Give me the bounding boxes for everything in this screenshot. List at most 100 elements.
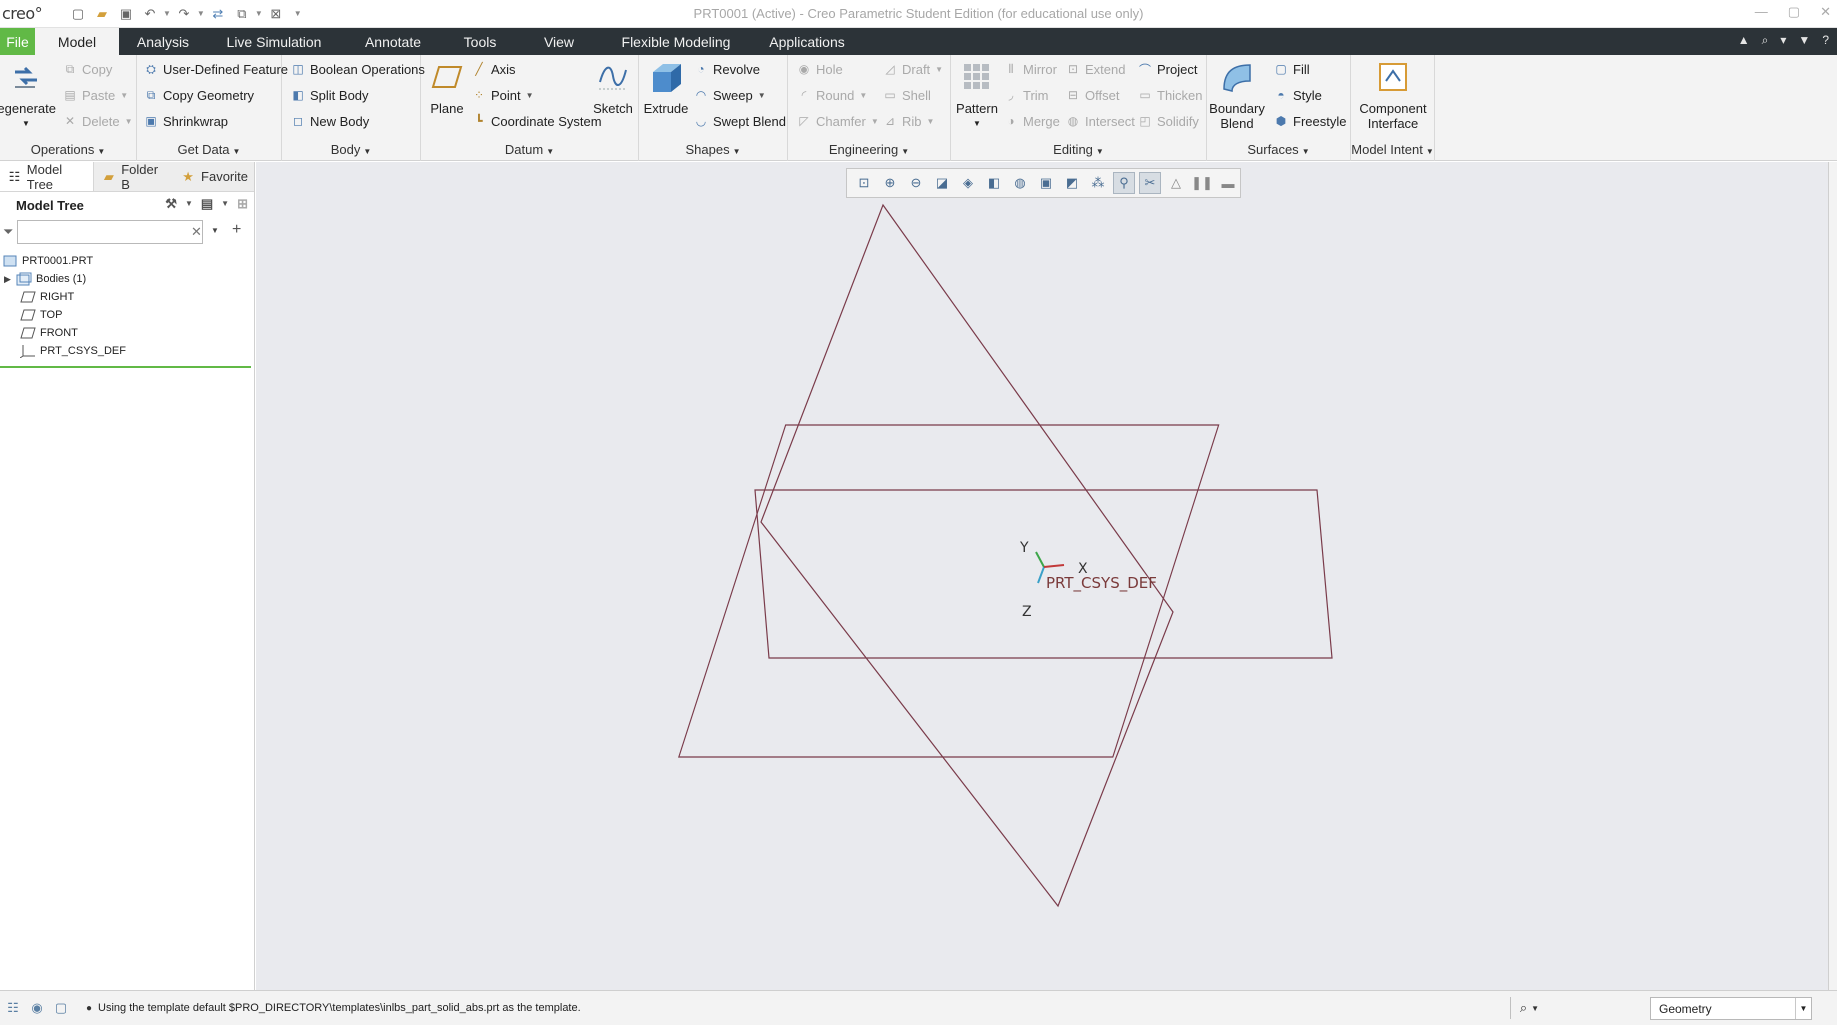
tree-node-front[interactable]: FRONT: [0, 324, 254, 342]
pattern-button[interactable]: Pattern ▼: [955, 59, 999, 131]
refit-icon[interactable]: ⊡: [853, 172, 875, 194]
new-file-icon[interactable]: ▢: [69, 5, 87, 23]
delete-button[interactable]: ✕ Delete ▼: [62, 111, 133, 131]
clear-filter-icon[interactable]: ✕: [191, 224, 202, 240]
project-button[interactable]: ⌒ Project: [1137, 59, 1197, 79]
simulation-display-icon[interactable]: △: [1165, 172, 1187, 194]
extend-button[interactable]: ⊡ Extend: [1065, 59, 1126, 79]
tab-tools[interactable]: Tools: [445, 28, 515, 55]
merge-button[interactable]: ◑ Merge: [1003, 111, 1059, 131]
saved-orientations-icon[interactable]: ◧: [983, 172, 1005, 194]
search-icon[interactable]: ⌕: [1762, 33, 1769, 48]
copy-button[interactable]: ⧉ Copy: [62, 59, 113, 79]
group-label-shapes[interactable]: Shapes ▼: [639, 142, 787, 157]
trim-button[interactable]: ◞ Trim: [1003, 85, 1049, 105]
tab-favorites[interactable]: ★ Favorite: [173, 162, 254, 191]
toggle-navigator-icon[interactable]: ☷: [2, 997, 24, 1019]
insert-here-marker[interactable]: [0, 366, 251, 368]
tab-model[interactable]: Model: [35, 28, 119, 55]
pause-icon[interactable]: ❚❚: [1191, 172, 1213, 194]
right-edge-scrollbar[interactable]: [1828, 162, 1837, 990]
tab-model-tree[interactable]: ☷ Model Tree: [0, 162, 95, 192]
redo-dropdown-icon[interactable]: ▼: [197, 9, 205, 18]
solidify-button[interactable]: ◰ Solidify: [1137, 111, 1199, 131]
tab-analysis[interactable]: Analysis: [119, 28, 207, 55]
perspective-icon[interactable]: ◩: [1061, 172, 1083, 194]
paste-button[interactable]: ▤ Paste ▼: [62, 85, 128, 105]
intersect-button[interactable]: ◍ Intersect: [1065, 111, 1135, 131]
zoom-in-icon[interactable]: ⊕: [879, 172, 901, 194]
boundary-blend-button[interactable]: Boundary Blend: [1209, 59, 1265, 131]
tab-folder-browser[interactable]: ▰ Folder B: [94, 162, 173, 192]
annotation-display-icon[interactable]: ⚲: [1113, 172, 1135, 194]
hole-button[interactable]: ◉ Hole: [796, 59, 843, 79]
learning-icon[interactable]: ▾: [1780, 33, 1786, 48]
graphics-window[interactable]: Y X Z PRT_CSYS_DEF ⊡ ⊕ ⊖ ◪ ◈ ◧ ◍ ▣ ◩ ⁂ ⚲…: [256, 162, 1828, 990]
sweep-button[interactable]: ◠ Sweep ▼: [693, 85, 766, 105]
datum-plane-top[interactable]: [754, 489, 1333, 659]
undo-dropdown-icon[interactable]: ▼: [163, 9, 171, 18]
undo-icon[interactable]: ↶: [141, 5, 159, 23]
regenerate-quick-icon[interactable]: ⇄: [209, 5, 227, 23]
save-icon[interactable]: ▣: [117, 5, 135, 23]
repaint-icon[interactable]: ◪: [931, 172, 953, 194]
regenerate-button[interactable]: Regenerate ▼: [0, 59, 56, 131]
chamfer-button[interactable]: ◸ Chamfer ▼: [796, 111, 878, 131]
windows-icon[interactable]: ⧉: [233, 5, 251, 23]
group-label-body[interactable]: Body ▼: [282, 142, 420, 157]
tab-annotate[interactable]: Annotate: [341, 28, 445, 55]
find-button[interactable]: ⌕ ▼: [1510, 997, 1548, 1019]
filter-dropdown-icon[interactable]: ▼: [211, 226, 219, 235]
chevron-down-icon[interactable]: ▼: [1795, 998, 1811, 1019]
zoom-out-icon[interactable]: ⊖: [905, 172, 927, 194]
add-filter-icon[interactable]: +: [232, 221, 241, 239]
style-button[interactable]: ◓ Style: [1273, 85, 1322, 105]
tree-search-input[interactable]: [17, 220, 204, 244]
tree-filter-settings-icon[interactable]: ⊞: [237, 196, 248, 212]
swept-blend-button[interactable]: ◡ Swept Blend: [693, 111, 786, 131]
tab-applications[interactable]: Applications: [749, 28, 865, 55]
tab-file[interactable]: File: [0, 28, 35, 55]
browser-icon[interactable]: ◉: [26, 997, 48, 1019]
thicken-button[interactable]: ▭ Thicken: [1137, 85, 1202, 105]
tree-node-top[interactable]: TOP: [0, 306, 254, 324]
tab-flexible-modeling[interactable]: Flexible Modeling: [603, 28, 749, 55]
datum-display-filters-icon[interactable]: ⁂: [1087, 172, 1109, 194]
new-body-button[interactable]: ◻ New Body: [290, 111, 369, 131]
sketch-button[interactable]: Sketch: [591, 59, 635, 116]
draft-button[interactable]: ◿ Draft ▼: [882, 59, 943, 79]
group-label-editing[interactable]: Editing ▼: [951, 142, 1206, 157]
revolve-button[interactable]: ◔ Revolve: [693, 59, 760, 79]
collapse-ribbon-icon[interactable]: ▲: [1738, 33, 1750, 48]
user-defined-feature-button[interactable]: ⛭ User-Defined Feature: [143, 59, 288, 79]
tree-node-part[interactable]: PRT0001.PRT: [0, 252, 254, 270]
point-button[interactable]: ⁘ Point ▼: [471, 85, 534, 105]
boolean-operations-button[interactable]: ◫ Boolean Operations: [290, 59, 425, 79]
tree-settings-dropdown-icon[interactable]: ▼: [185, 196, 193, 212]
shrinkwrap-button[interactable]: ▣ Shrinkwrap: [143, 111, 228, 131]
reorient-icon[interactable]: ◈: [957, 172, 979, 194]
close-window-icon[interactable]: ⊠: [267, 5, 285, 23]
close-icon[interactable]: ✕: [1820, 4, 1831, 20]
csys-label[interactable]: PRT_CSYS_DEF: [1046, 574, 1157, 593]
axis-button[interactable]: ╱ Axis: [471, 59, 515, 79]
freestyle-button[interactable]: ⬢ Freestyle: [1273, 111, 1347, 131]
tree-node-bodies[interactable]: ▶ Bodies (1): [0, 270, 254, 288]
tab-view[interactable]: View: [515, 28, 603, 55]
split-body-button[interactable]: ◧ Split Body: [290, 85, 368, 105]
copy-geometry-button[interactable]: ⧉ Copy Geometry: [143, 85, 254, 105]
group-label-operations[interactable]: Operations ▼: [0, 142, 136, 157]
tree-node-csys[interactable]: PRT_CSYS_DEF: [0, 342, 254, 360]
windows-dropdown-icon[interactable]: ▼: [255, 9, 263, 18]
mirror-button[interactable]: ⫴ Mirror: [1003, 59, 1056, 79]
stop-icon[interactable]: ▬: [1217, 172, 1239, 194]
show-icon[interactable]: ▤: [201, 196, 213, 212]
minimize-icon[interactable]: —: [1755, 4, 1768, 20]
spin-center-icon[interactable]: ✂: [1139, 172, 1161, 194]
coordinate-system-button[interactable]: ┗ Coordinate System: [471, 111, 601, 131]
selection-filter-select[interactable]: Geometry ▼: [1650, 997, 1812, 1020]
maximize-icon[interactable]: ▢: [1788, 4, 1800, 20]
expand-icon[interactable]: ▶: [4, 274, 16, 285]
full-screen-icon[interactable]: ▢: [50, 997, 72, 1019]
view-manager-icon[interactable]: ◍: [1009, 172, 1031, 194]
